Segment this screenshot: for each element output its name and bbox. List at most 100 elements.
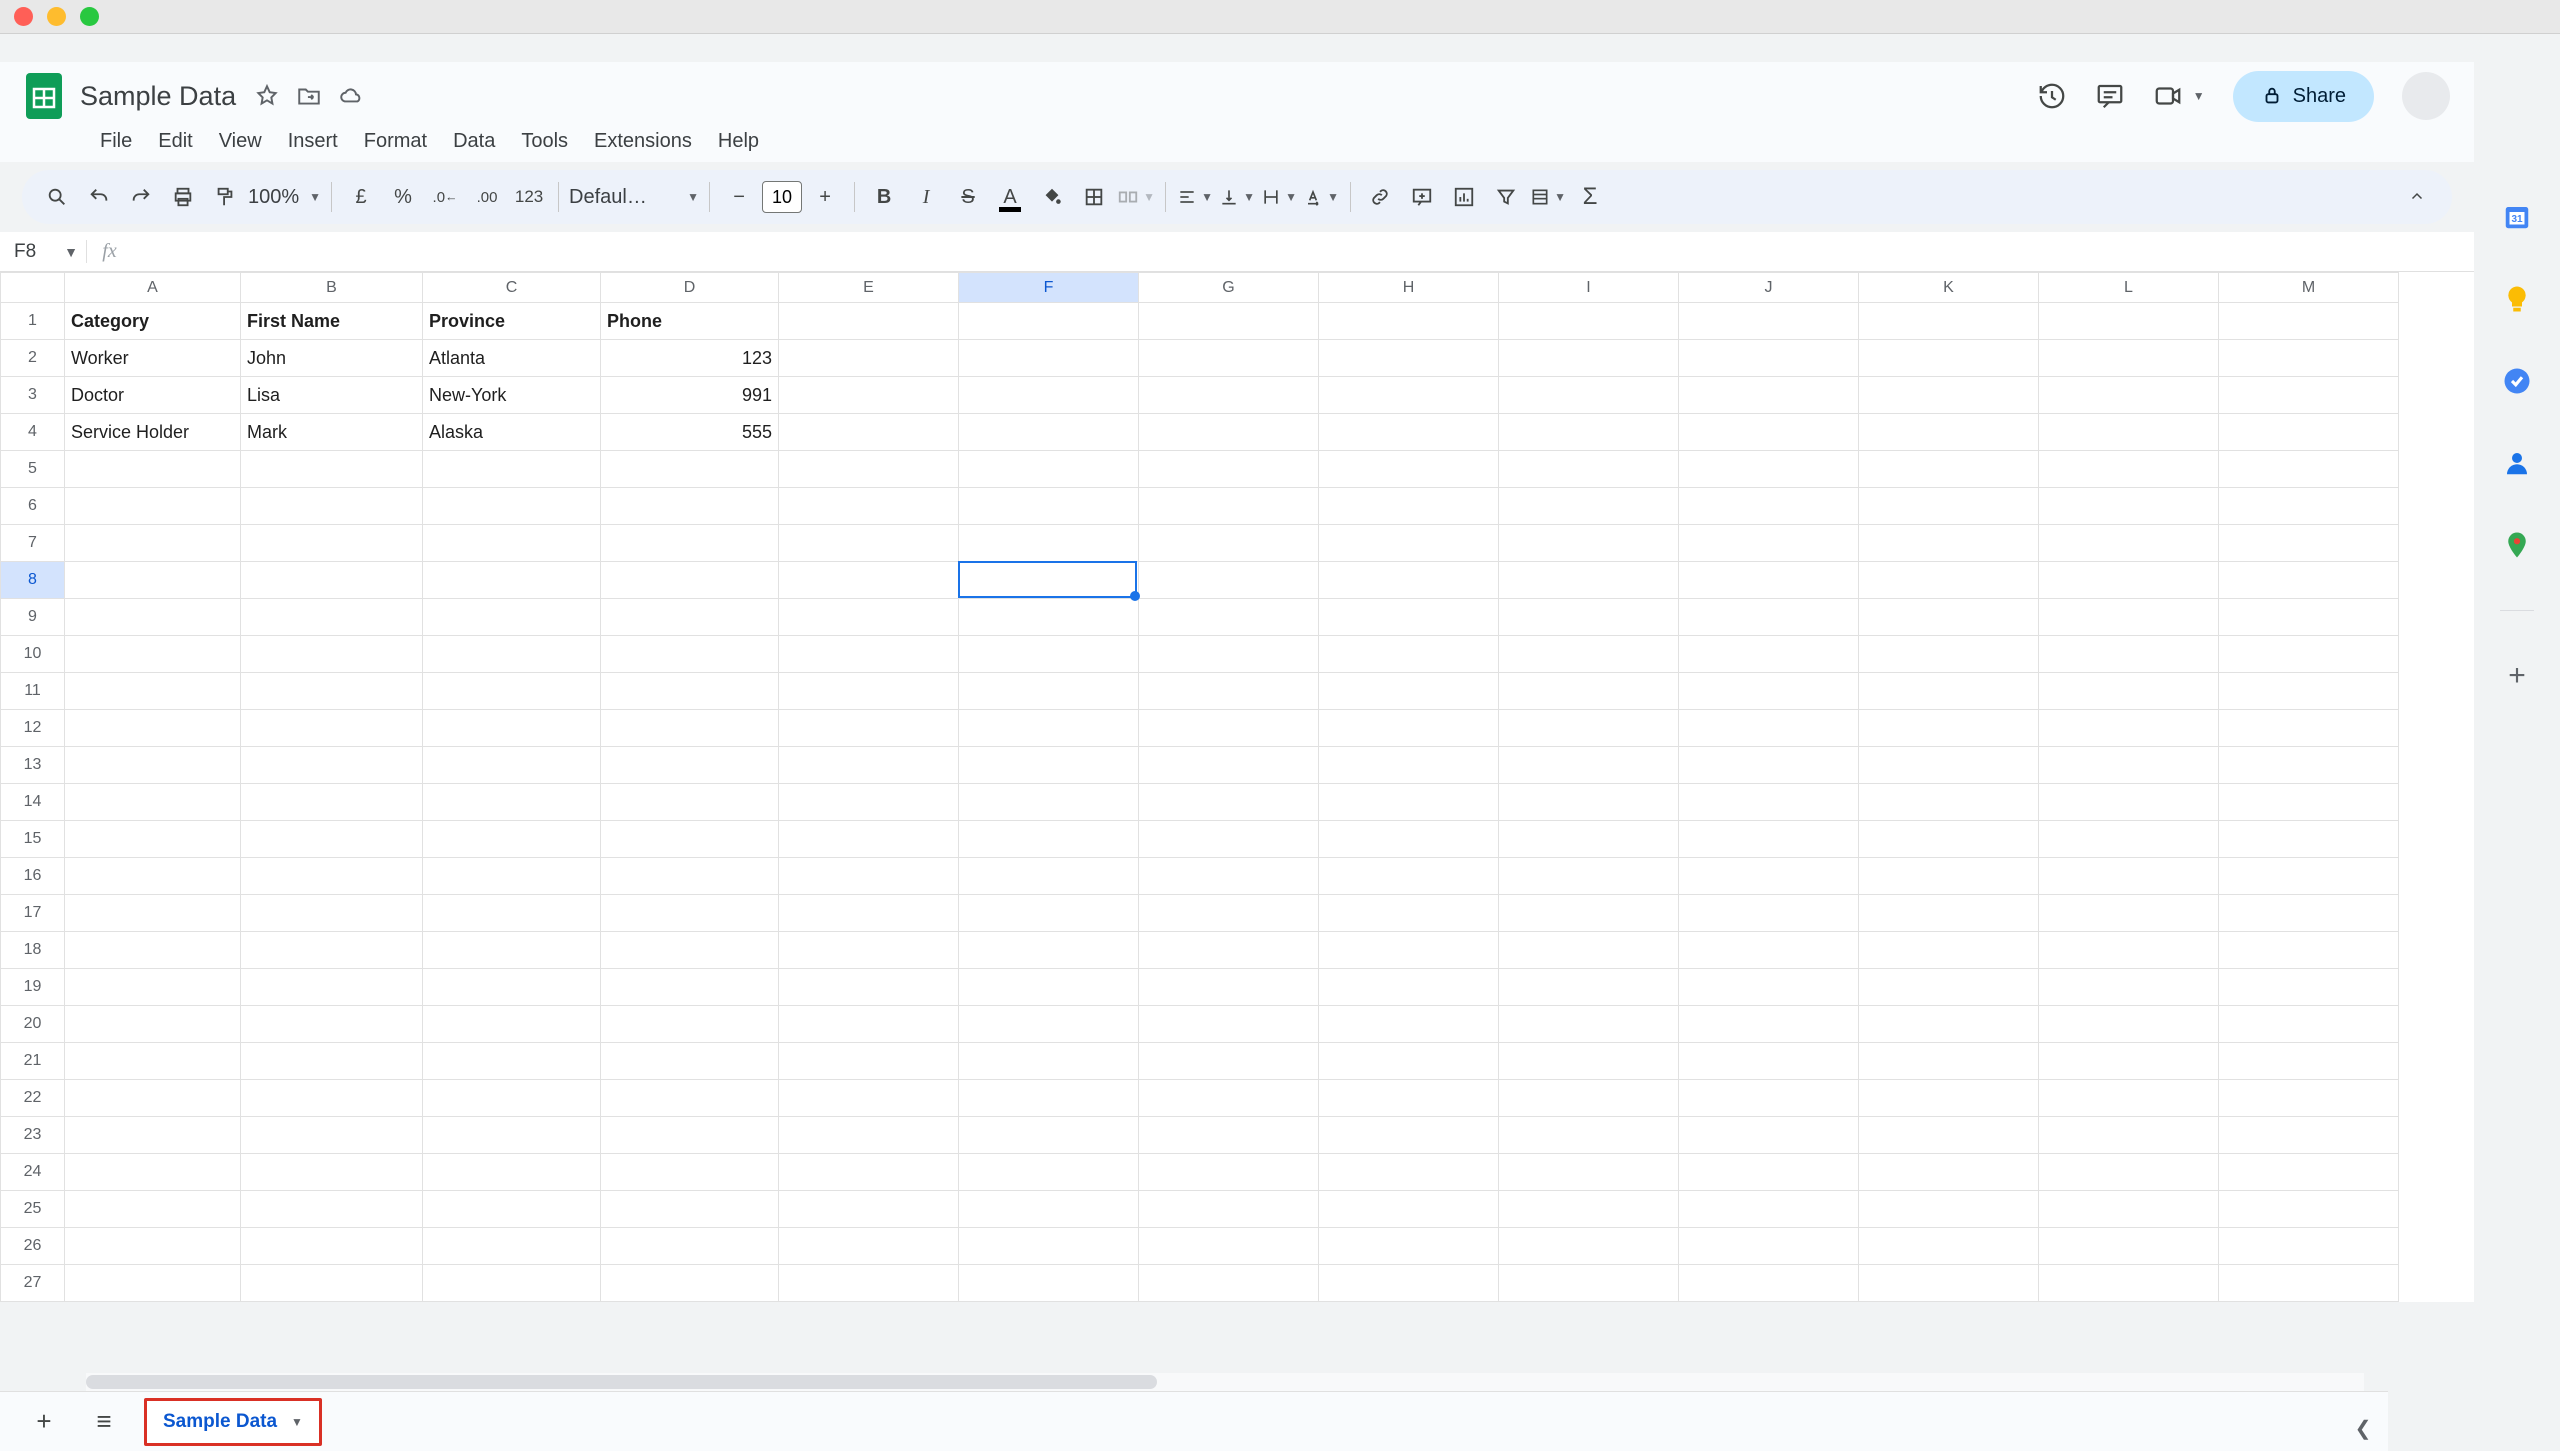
cell-I27[interactable] [1499,1265,1679,1302]
cell-B17[interactable] [241,895,423,932]
cell-L13[interactable] [2039,747,2219,784]
cell-B22[interactable] [241,1080,423,1117]
cell-C23[interactable] [423,1117,601,1154]
cell-J23[interactable] [1679,1117,1859,1154]
cell-L16[interactable] [2039,858,2219,895]
cell-B5[interactable] [241,451,423,488]
borders-button[interactable] [1075,178,1113,216]
cell-J16[interactable] [1679,858,1859,895]
cell-K22[interactable] [1859,1080,2039,1117]
cell-K8[interactable] [1859,562,2039,599]
cell-G16[interactable] [1139,858,1319,895]
cell-J21[interactable] [1679,1043,1859,1080]
cell-C13[interactable] [423,747,601,784]
cell-C17[interactable] [423,895,601,932]
cell-I25[interactable] [1499,1191,1679,1228]
row-header-10[interactable]: 10 [1,636,65,673]
cell-L20[interactable] [2039,1006,2219,1043]
cell-L26[interactable] [2039,1228,2219,1265]
cell-L22[interactable] [2039,1080,2219,1117]
column-header-B[interactable]: B [241,273,423,303]
cell-E2[interactable] [779,340,959,377]
cell-F6[interactable] [959,488,1139,525]
cell-H4[interactable] [1319,414,1499,451]
text-color-button[interactable]: A [991,178,1029,216]
history-icon[interactable] [2037,81,2067,111]
cell-B12[interactable] [241,710,423,747]
cell-F18[interactable] [959,932,1139,969]
cell-G10[interactable] [1139,636,1319,673]
cell-J13[interactable] [1679,747,1859,784]
cell-G14[interactable] [1139,784,1319,821]
cell-E4[interactable] [779,414,959,451]
cell-J3[interactable] [1679,377,1859,414]
cell-D23[interactable] [601,1117,779,1154]
cell-B16[interactable] [241,858,423,895]
cell-B10[interactable] [241,636,423,673]
column-header-J[interactable]: J [1679,273,1859,303]
cell-G25[interactable] [1139,1191,1319,1228]
add-sheet-button[interactable]: + [24,1402,64,1442]
row-header-27[interactable]: 27 [1,1265,65,1302]
cell-A18[interactable] [65,932,241,969]
cloud-status-icon[interactable] [338,83,364,109]
print-button[interactable] [164,178,202,216]
column-header-E[interactable]: E [779,273,959,303]
row-header-6[interactable]: 6 [1,488,65,525]
cell-D12[interactable] [601,710,779,747]
cell-K12[interactable] [1859,710,2039,747]
cell-H17[interactable] [1319,895,1499,932]
cell-B23[interactable] [241,1117,423,1154]
document-title[interactable]: Sample Data [80,81,236,112]
cell-H11[interactable] [1319,673,1499,710]
column-header-K[interactable]: K [1859,273,2039,303]
cell-A12[interactable] [65,710,241,747]
cell-L17[interactable] [2039,895,2219,932]
cell-F16[interactable] [959,858,1139,895]
cell-K11[interactable] [1859,673,2039,710]
cell-I11[interactable] [1499,673,1679,710]
cell-M8[interactable] [2219,562,2399,599]
cell-B20[interactable] [241,1006,423,1043]
cell-E15[interactable] [779,821,959,858]
cell-G27[interactable] [1139,1265,1319,1302]
cell-E24[interactable] [779,1154,959,1191]
cell-M4[interactable] [2219,414,2399,451]
cell-D11[interactable] [601,673,779,710]
cell-D27[interactable] [601,1265,779,1302]
cell-E3[interactable] [779,377,959,414]
menu-extensions[interactable]: Extensions [582,124,704,159]
cell-A24[interactable] [65,1154,241,1191]
cell-A2[interactable]: Worker [65,340,241,377]
search-menus-icon[interactable] [38,178,76,216]
cell-M9[interactable] [2219,599,2399,636]
cell-D21[interactable] [601,1043,779,1080]
cell-M2[interactable] [2219,340,2399,377]
cell-A1[interactable]: Category [65,303,241,340]
cell-J2[interactable] [1679,340,1859,377]
cell-C18[interactable] [423,932,601,969]
cell-J10[interactable] [1679,636,1859,673]
cell-H1[interactable] [1319,303,1499,340]
cell-B24[interactable] [241,1154,423,1191]
row-header-11[interactable]: 11 [1,673,65,710]
cell-A7[interactable] [65,525,241,562]
cell-J6[interactable] [1679,488,1859,525]
cell-D1[interactable]: Phone [601,303,779,340]
cell-I23[interactable] [1499,1117,1679,1154]
cell-D6[interactable] [601,488,779,525]
cell-D10[interactable] [601,636,779,673]
strikethrough-button[interactable]: S [949,178,987,216]
cell-H16[interactable] [1319,858,1499,895]
zoom-selector[interactable]: 100% ▼ [248,186,321,209]
column-header-G[interactable]: G [1139,273,1319,303]
filter-button[interactable] [1487,178,1525,216]
cell-I22[interactable] [1499,1080,1679,1117]
cell-L12[interactable] [2039,710,2219,747]
cell-A8[interactable] [65,562,241,599]
cell-F15[interactable] [959,821,1139,858]
cell-J24[interactable] [1679,1154,1859,1191]
functions-button[interactable]: Σ [1571,178,1609,216]
cell-D2[interactable]: 123 [601,340,779,377]
cell-K9[interactable] [1859,599,2039,636]
